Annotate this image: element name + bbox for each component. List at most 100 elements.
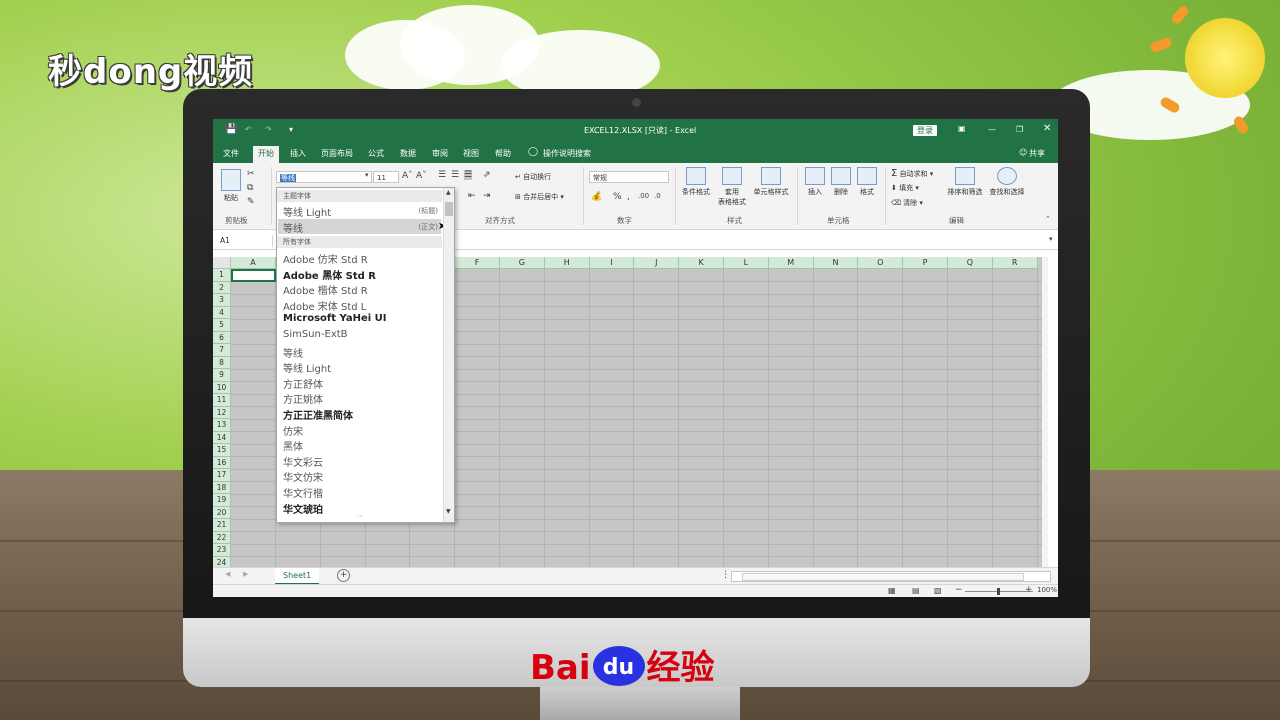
column-header[interactable]: P [903, 257, 948, 269]
row-header[interactable]: 7 [213, 344, 231, 357]
font-item[interactable]: 黑体 [283, 438, 303, 453]
row-header[interactable]: 6 [213, 331, 231, 344]
close-icon[interactable]: ✕ [1043, 123, 1051, 134]
column-header[interactable]: R [992, 257, 1038, 269]
row-header[interactable]: 17 [213, 469, 231, 482]
font-item[interactable]: 华文仿宋 [283, 469, 323, 484]
page-layout-view-icon[interactable]: ▤ [912, 586, 920, 595]
row-header[interactable]: 9 [213, 369, 231, 382]
row-header[interactable]: 13 [213, 419, 231, 432]
column-header[interactable]: G [500, 257, 545, 269]
increase-font-icon[interactable]: Aˆ [402, 171, 413, 181]
fill-button[interactable]: ⬇ 填充 ▾ [891, 183, 919, 193]
zoom-level[interactable]: 100% [1037, 586, 1057, 594]
column-header[interactable]: J [634, 257, 680, 269]
zoom-slider[interactable] [965, 588, 1033, 595]
tab-formulas[interactable]: 公式 [363, 147, 389, 160]
row-header[interactable]: 15 [213, 444, 231, 457]
next-sheet-icon[interactable]: ▶ [243, 570, 248, 578]
paste-button[interactable]: 粘贴 [219, 169, 243, 203]
accounting-format-icon[interactable]: 💰 [591, 192, 602, 202]
column-header[interactable]: A [231, 257, 276, 269]
font-item[interactable]: SimSun-ExtB [283, 329, 348, 340]
share-button[interactable]: 共享 [1024, 147, 1050, 160]
zoom-slider-thumb[interactable] [997, 588, 1000, 595]
find-select-button[interactable]: 查找和选择 [987, 167, 1027, 197]
insert-cells-button[interactable]: 插入 [803, 167, 827, 197]
cut-icon[interactable]: ✂ [247, 169, 255, 179]
font-item[interactable]: 华文行楷 [283, 485, 323, 500]
tell-me-search[interactable]: 操作说明搜索 [538, 147, 596, 160]
font-item[interactable]: 华文琥珀 [283, 501, 323, 516]
save-icon[interactable]: 💾 [225, 124, 237, 135]
restore-icon[interactable]: ❐ [1016, 125, 1023, 134]
font-item[interactable]: Adobe 黑体 Std R [283, 267, 376, 282]
column-header[interactable]: N [813, 257, 859, 269]
font-item[interactable]: 方正正准黑简体 [283, 407, 353, 422]
column-header[interactable]: O [858, 257, 904, 269]
column-header[interactable]: L [724, 257, 769, 269]
vertical-scrollbar[interactable] [1042, 257, 1048, 567]
font-name-input[interactable]: 等线 [276, 171, 372, 183]
normal-view-icon[interactable]: ▦ [888, 586, 896, 595]
column-header[interactable]: I [589, 257, 635, 269]
row-header[interactable]: 14 [213, 431, 231, 444]
orientation-icon[interactable]: ⇗ [483, 170, 491, 180]
comma-style-icon[interactable]: , [627, 192, 630, 202]
zoom-out-icon[interactable]: − [955, 585, 963, 595]
tab-help[interactable]: 帮助 [490, 147, 516, 160]
row-header[interactable]: 19 [213, 494, 231, 507]
name-box[interactable]: A1 [216, 235, 273, 247]
login-button[interactable]: 登录 [913, 125, 937, 136]
horizontal-scrollbar[interactable] [731, 571, 1051, 582]
ribbon-display-icon[interactable]: ▣ [958, 124, 966, 133]
row-header[interactable]: 20 [213, 506, 231, 519]
autosum-button[interactable]: Σ 自动求和 ▾ [891, 168, 933, 179]
row-header[interactable]: 11 [213, 394, 231, 407]
merge-center-button[interactable]: ⊞ 合并后居中 ▾ [515, 192, 564, 202]
row-header[interactable]: 12 [213, 406, 231, 419]
zoom-in-icon[interactable]: + [1025, 585, 1033, 595]
tab-home[interactable]: 开始 [253, 146, 279, 163]
select-all-corner[interactable] [213, 257, 231, 269]
align-top-icon[interactable]: ☰ [438, 170, 446, 180]
font-item[interactable]: Adobe 楷体 Std R [283, 282, 368, 297]
row-header[interactable]: 10 [213, 381, 231, 394]
row-header[interactable]: 2 [213, 281, 231, 294]
new-sheet-button[interactable]: + [337, 569, 350, 582]
row-header[interactable]: 8 [213, 356, 231, 369]
dropdown-scroll-thumb[interactable] [445, 202, 453, 216]
dropdown-scrollbar[interactable]: ▲ ▼ [443, 188, 454, 522]
percent-style-icon[interactable]: % [613, 192, 622, 202]
scroll-thumb[interactable] [742, 573, 1024, 581]
tab-view[interactable]: 视图 [458, 147, 484, 160]
scroll-down-icon[interactable]: ▼ [446, 508, 451, 515]
tab-file[interactable]: 文件 [218, 147, 244, 160]
sheet-tab-sheet1[interactable]: Sheet1 [275, 568, 320, 585]
cell-styles-button[interactable]: 单元格样式 [751, 167, 791, 197]
format-as-table-button[interactable]: 套用 表格格式 [715, 167, 749, 207]
column-header[interactable]: F [455, 257, 500, 269]
format-cells-button[interactable]: 格式 [855, 167, 879, 197]
page-break-view-icon[interactable]: ▧ [934, 586, 942, 595]
increase-indent-icon[interactable]: ⇥ [483, 191, 491, 201]
sheet-scroll-options-icon[interactable]: ⋮ [721, 570, 730, 580]
clear-button[interactable]: ⌫ 清除 ▾ [891, 198, 923, 208]
font-item[interactable]: 华文彩云 [283, 454, 323, 469]
redo-icon[interactable]: ↷ [265, 125, 272, 134]
font-item[interactable]: 等线 [283, 345, 303, 360]
row-header[interactable]: 16 [213, 456, 231, 469]
formula-expand-icon[interactable]: ▾ [1049, 235, 1053, 243]
row-header[interactable]: 4 [213, 306, 231, 319]
column-header[interactable]: K [679, 257, 724, 269]
font-size-input[interactable]: 11 [373, 171, 399, 183]
increase-decimal-icon[interactable]: .00 [638, 192, 649, 200]
font-name-dropdown-icon[interactable]: ▾ [365, 171, 369, 179]
row-header[interactable]: 22 [213, 531, 231, 544]
column-header[interactable]: Q [948, 257, 993, 269]
row-header[interactable]: 18 [213, 481, 231, 494]
tab-insert[interactable]: 插入 [285, 147, 311, 160]
wrap-text-button[interactable]: ↵ 自动换行 [515, 172, 551, 182]
column-header[interactable]: H [544, 257, 590, 269]
tab-review[interactable]: 审阅 [427, 147, 453, 160]
